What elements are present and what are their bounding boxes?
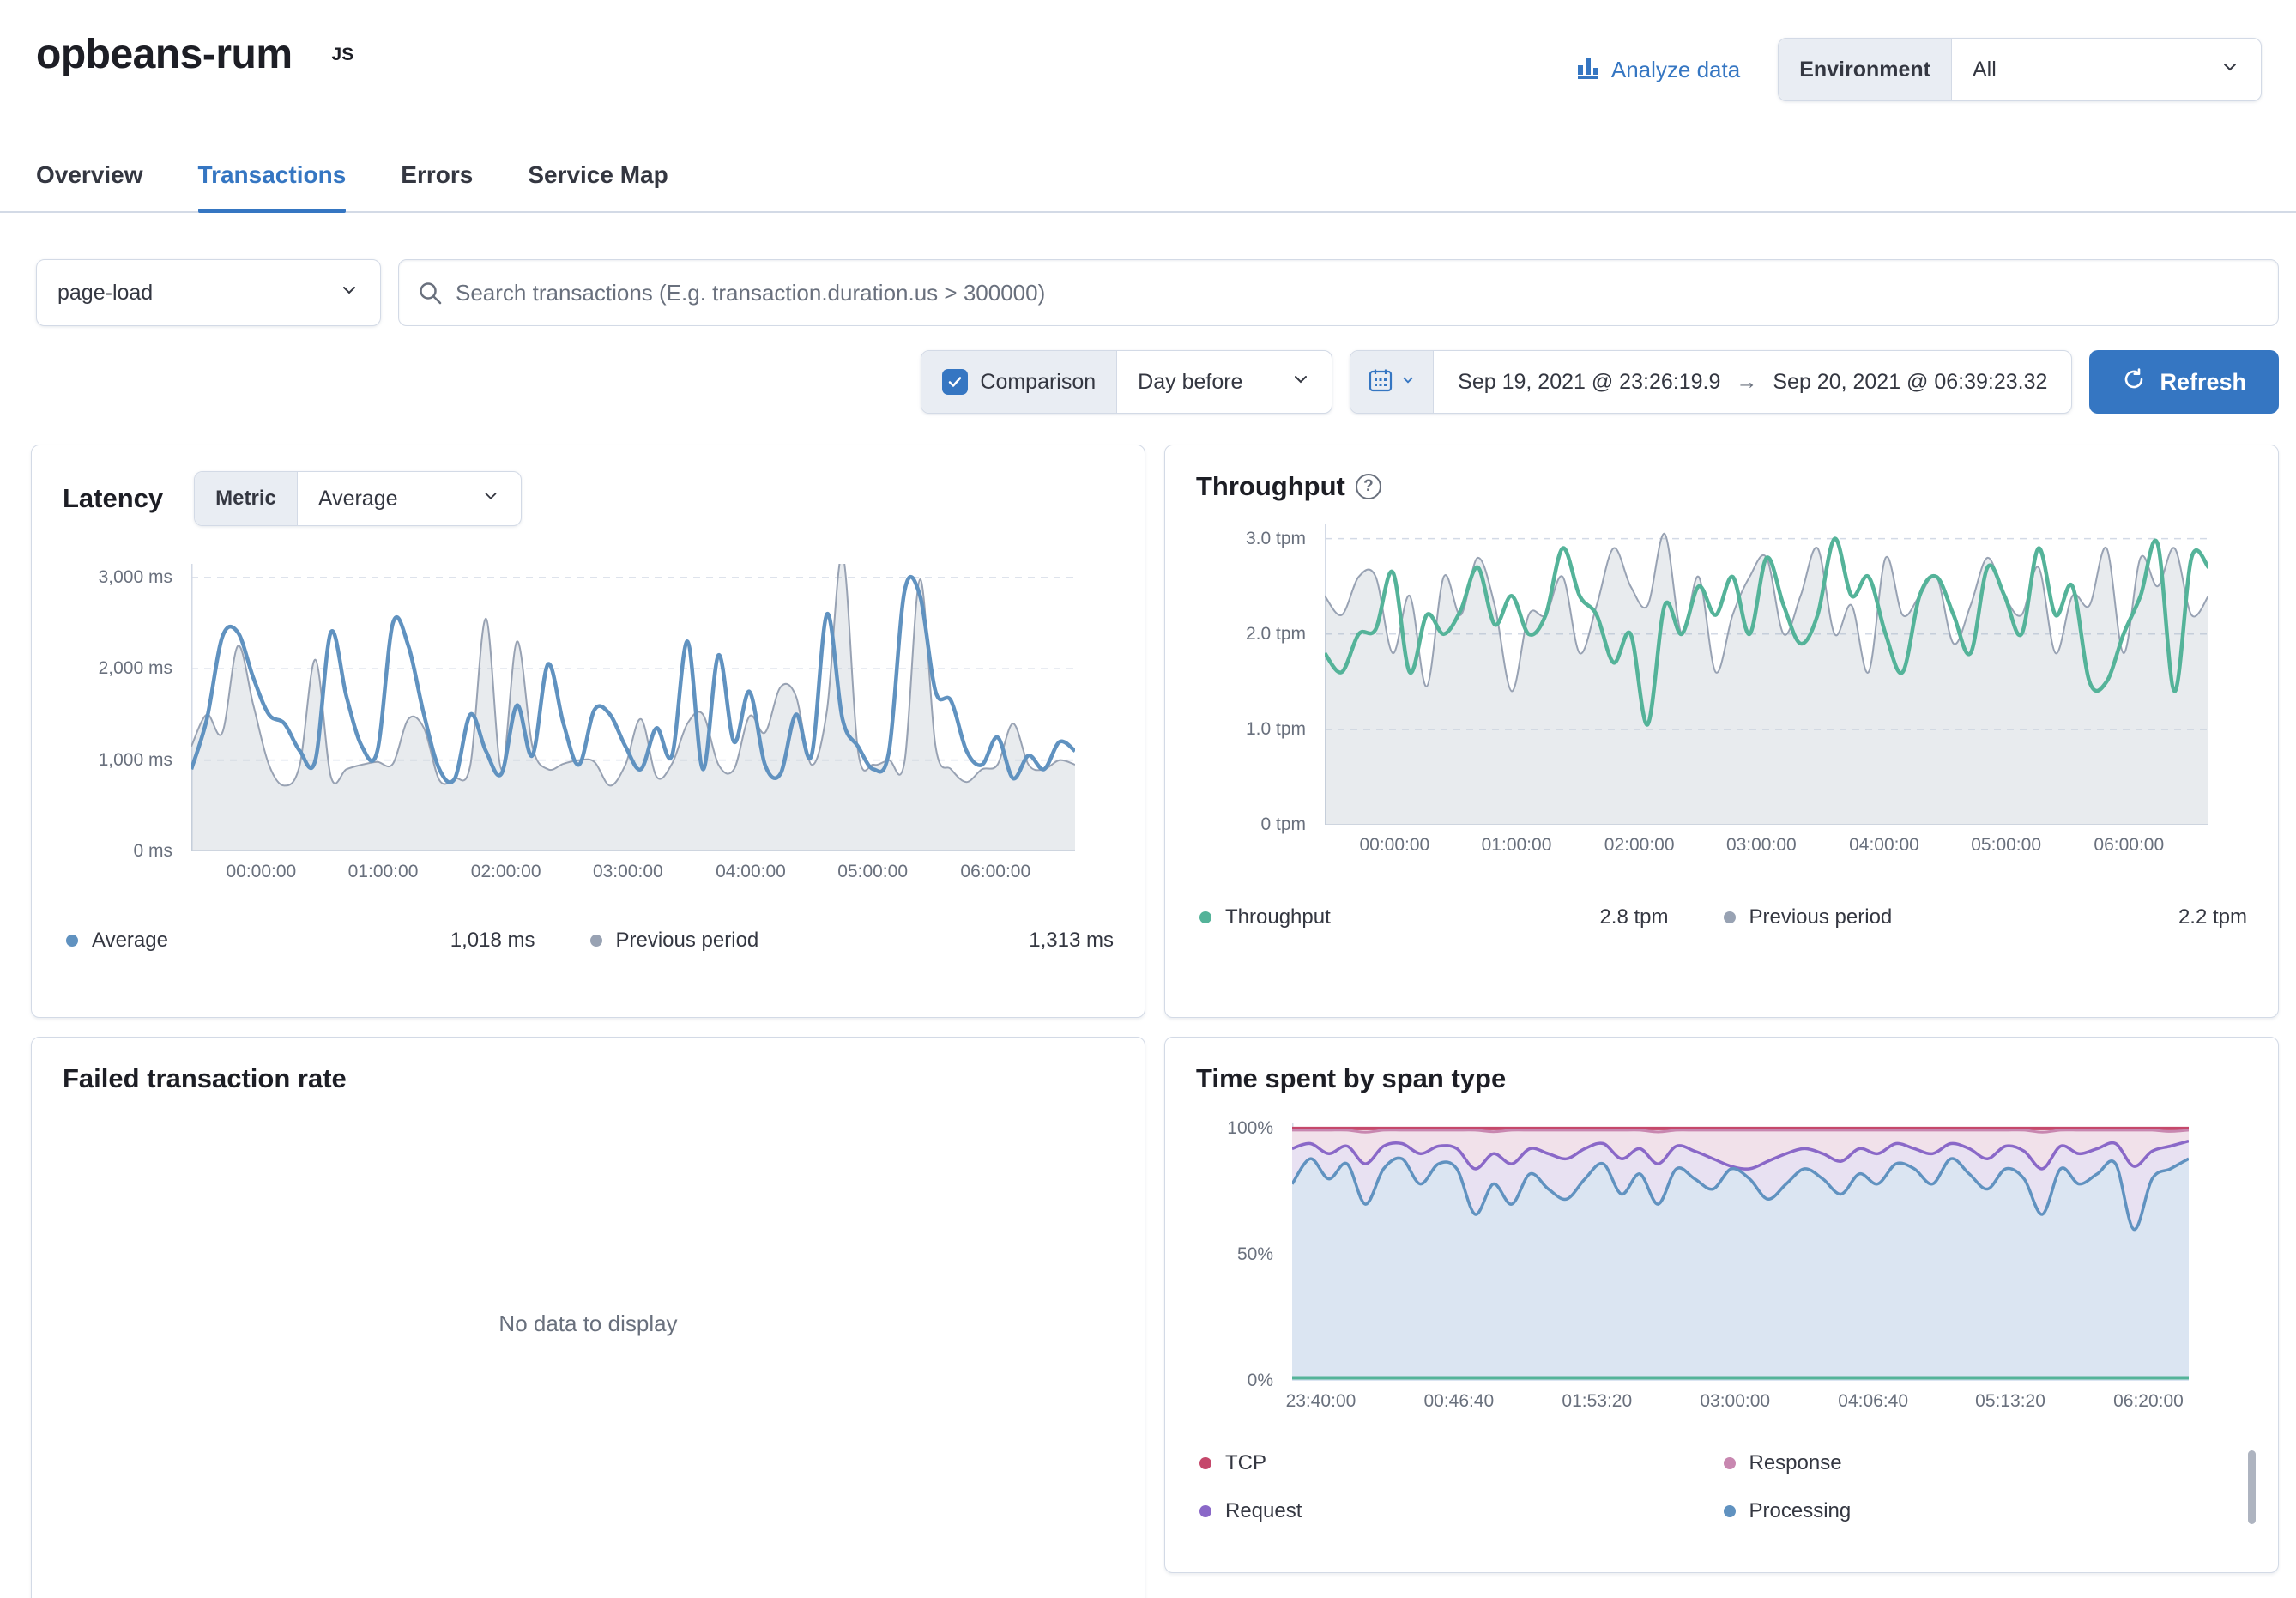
x-axis-tick: 05:13:20 [1975,1391,2045,1412]
y-axis-tick: 2,000 ms [99,658,172,679]
tab-errors[interactable]: Errors [401,151,473,211]
legend-dot [1724,1505,1736,1517]
tab-bar: Overview Transactions Errors Service Map [0,151,2296,213]
x-axis-tick: 01:00:00 [348,862,419,882]
comparison-label: Comparison [980,370,1096,395]
date-range-picker: Sep 19, 2021 @ 23:26:19.9 → Sep 20, 2021… [1350,350,2072,414]
environment-value: All [1973,58,1997,82]
latency-panel: Latency Metric Average 0 ms1,000 ms2,000… [31,445,1145,1018]
legend-item-previous-period[interactable]: Previous period 1,313 ms [590,929,1115,953]
y-axis-tick: 2.0 tpm [1246,624,1306,645]
legend-dot [66,935,78,947]
chevron-down-icon [1400,372,1416,392]
legend-scrollbar[interactable] [2248,1450,2256,1524]
legend-dot [1199,1505,1211,1517]
y-axis-tick: 100% [1227,1118,1273,1139]
x-axis-tick: 03:00:00 [1726,835,1797,856]
legend-item-tcp[interactable]: TCP [1199,1451,1724,1475]
span-type-panel: Time spent by span type 0% 50% 100% 23:40:… [1164,1037,2279,1573]
x-axis-tick: 01:53:20 [1562,1391,1632,1412]
y-axis-tick: 0 ms [133,841,172,862]
y-axis-tick: 50% [1237,1244,1273,1265]
failed-rate-title: Failed transaction rate [63,1063,1114,1094]
comparison-period-select[interactable]: Day before [1117,351,1332,413]
page-header: opbeans-rum JS Analyze data Environment … [0,0,2296,101]
x-axis-tick: 06:00:00 [960,862,1030,882]
x-axis-tick: 02:00:00 [471,862,541,882]
comparison-control: Comparison Day before [921,350,1332,414]
latency-chart: 0 ms1,000 ms2,000 ms3,000 ms 00:00:0001:… [191,564,1114,887]
y-axis-tick: 0% [1248,1371,1273,1391]
refresh-icon [2122,367,2146,397]
x-axis-tick: 00:46:40 [1423,1391,1494,1412]
x-axis-tick: 06:20:00 [2113,1391,2184,1412]
no-data-message: No data to display [63,1310,1114,1337]
x-axis-tick: 04:00:00 [716,862,786,882]
help-icon[interactable]: ? [1356,474,1381,499]
failed-transaction-rate-panel: Failed transaction rate No data to displ… [31,1037,1145,1598]
span-type-chart: 0%50%100% 23:40:0000:46:4001:53:2003:00:… [1292,1123,2247,1417]
legend-item-response[interactable]: Response [1724,1451,2248,1475]
legend-dot [1199,1457,1211,1469]
comparison-checkbox[interactable] [942,369,968,395]
chevron-down-icon [1290,369,1311,396]
arrow-right-icon: → [1736,370,1757,395]
x-axis-tick: 06:00:00 [2094,835,2164,856]
bar-chart-icon [1575,54,1601,86]
throughput-panel: Throughput ? 0 tpm1.0 tpm2.0 tpm3.0 tpm … [1164,445,2279,1018]
x-axis-tick: 03:00:00 [593,862,663,882]
tab-overview[interactable]: Overview [36,151,143,211]
legend-dot [590,935,602,947]
analyze-data-label: Analyze data [1611,57,1740,83]
x-axis-tick: 04:00:00 [1849,835,1919,856]
transaction-type-value: page-load [57,281,153,306]
tab-transactions[interactable]: Transactions [198,151,347,211]
latency-metric-select[interactable]: Metric Average [194,471,522,526]
environment-select[interactable]: Environment All [1778,38,2262,101]
latency-title: Latency [63,483,163,514]
legend-dot [1724,1457,1736,1469]
throughput-chart: 0 tpm1.0 tpm2.0 tpm3.0 tpm 00:00:0001:00… [1325,524,2247,861]
refresh-button[interactable]: Refresh [2089,350,2279,414]
legend-item-processing[interactable]: Processing [1724,1499,2248,1523]
transaction-type-select[interactable]: page-load [36,259,381,326]
span-type-title: Time spent by span type [1196,1063,2247,1094]
search-icon [417,280,444,312]
chevron-down-icon [2220,57,2240,83]
legend-dot [1199,911,1211,923]
environment-label: Environment [1779,39,1952,100]
page-title: opbeans-rum [36,31,293,78]
legend-item-throughput[interactable]: Throughput 2.8 tpm [1199,905,1724,929]
x-axis-tick: 23:40:00 [1286,1391,1356,1412]
search-input[interactable] [398,259,2279,326]
chevron-down-icon [481,487,500,511]
calendar-icon [1368,367,1393,397]
y-axis-tick: 0 tpm [1260,814,1306,835]
x-axis-tick: 00:00:00 [1359,835,1429,856]
x-axis-tick: 02:00:00 [1604,835,1675,856]
y-axis-tick: 3.0 tpm [1246,529,1306,549]
x-axis-tick: 01:00:00 [1482,835,1552,856]
y-axis-tick: 3,000 ms [99,567,172,588]
analyze-data-link[interactable]: Analyze data [1575,54,1740,86]
y-axis-tick: 1,000 ms [99,750,172,771]
x-axis-tick: 03:00:00 [1700,1391,1770,1412]
x-axis-tick: 04:06:40 [1838,1391,1908,1412]
throughput-title: Throughput [1196,471,1345,502]
chevron-down-icon [339,280,360,306]
legend-item-request[interactable]: Request [1199,1499,1724,1523]
legend-item-average[interactable]: Average 1,018 ms [66,929,590,953]
legend-item-previous-period[interactable]: Previous period 2.2 tpm [1724,905,2248,929]
date-end-button[interactable]: Sep 20, 2021 @ 06:39:23.32 [1773,370,2047,395]
x-axis-tick: 05:00:00 [1971,835,2041,856]
quick-select-button[interactable] [1350,351,1434,413]
runtime-badge: JS [332,45,354,65]
y-axis-tick: 1.0 tpm [1246,719,1306,740]
legend-dot [1724,911,1736,923]
date-start-button[interactable]: Sep 19, 2021 @ 23:26:19.9 [1458,370,1720,395]
x-axis-tick: 00:00:00 [226,862,296,882]
x-axis-tick: 05:00:00 [837,862,908,882]
tab-service-map[interactable]: Service Map [528,151,668,211]
